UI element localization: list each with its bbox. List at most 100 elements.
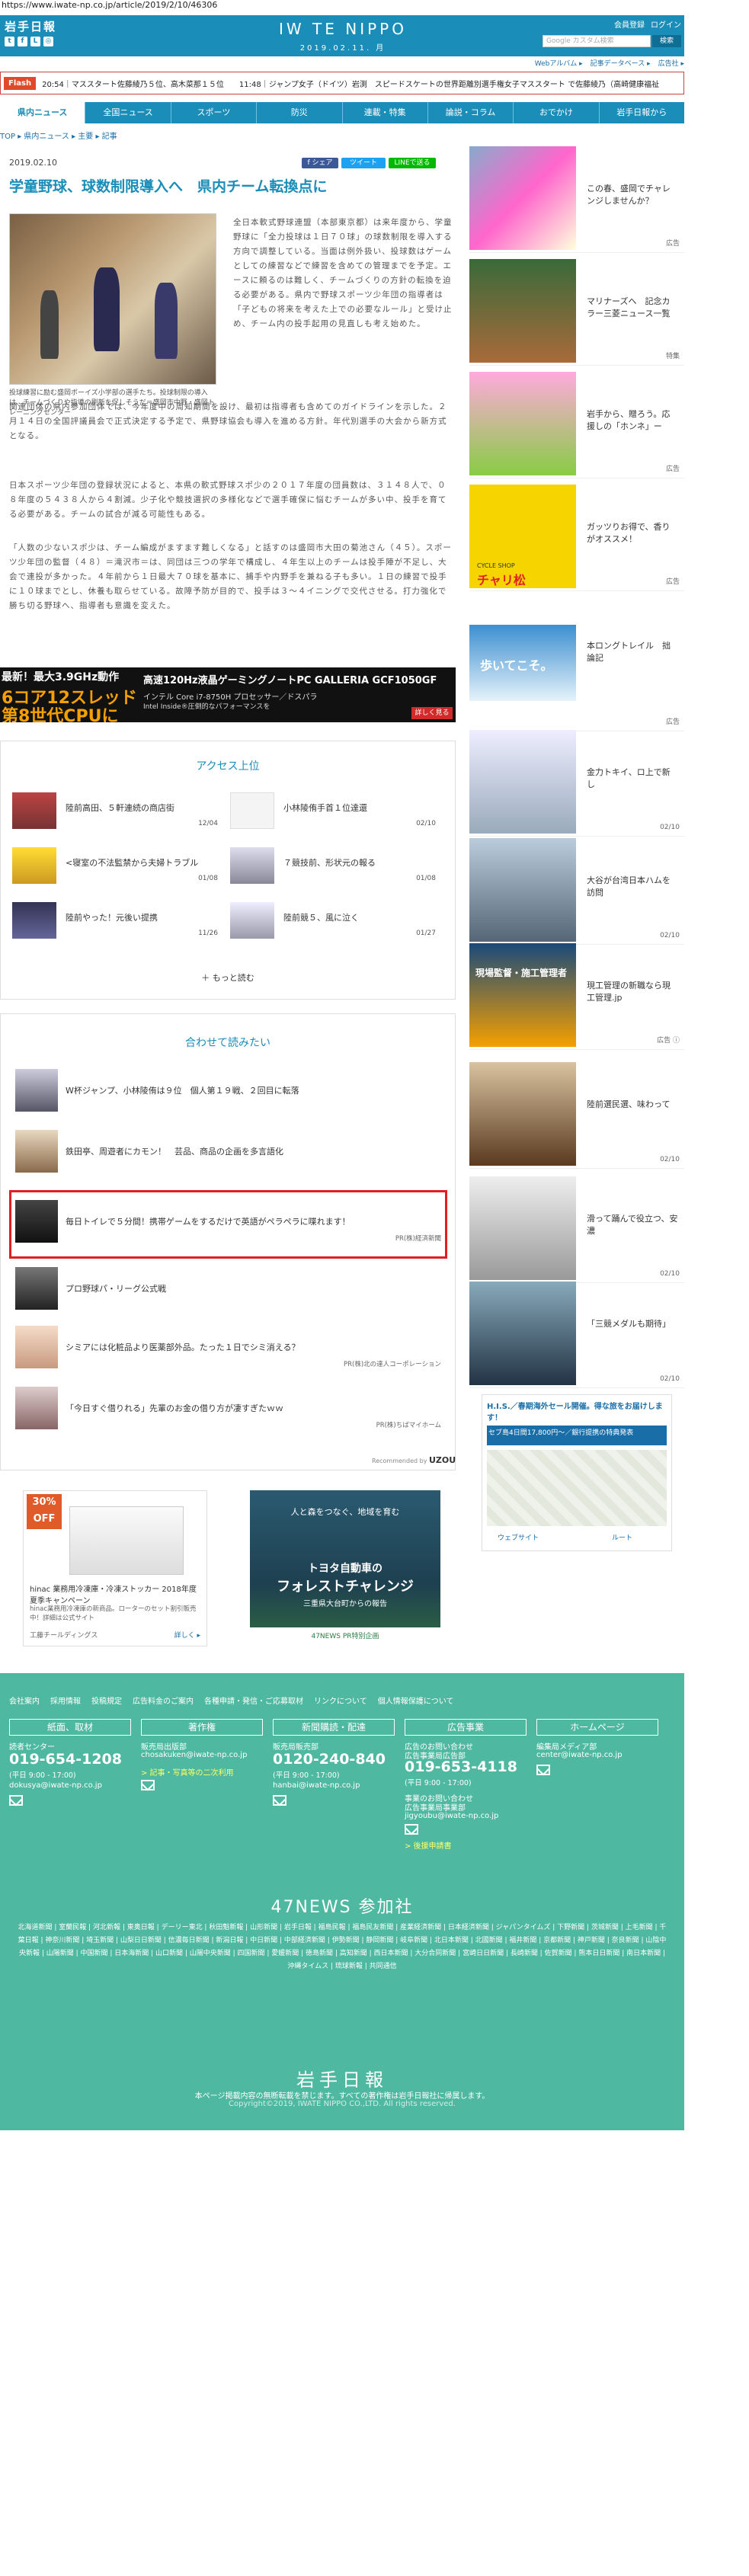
- footer-time: (平日 9:00 - 17:00): [9, 1771, 76, 1780]
- footer-link[interactable]: リンクについて: [314, 1694, 367, 1706]
- facebook-icon[interactable]: f: [18, 37, 27, 46]
- tweet-button[interactable]: ツイート: [341, 158, 386, 168]
- twitter-icon[interactable]: t: [5, 37, 14, 46]
- mail-icon[interactable]: [405, 1824, 418, 1835]
- search-button[interactable]: 検索: [652, 35, 681, 47]
- sidebar-item[interactable]: 「三競メダルも期待」 02/10: [469, 1282, 684, 1388]
- recommend-credit[interactable]: Recommended by UZOU: [372, 1455, 456, 1465]
- pc-banner-ad[interactable]: 最新！最大3.9GHz動作 6コア12スレッド 第8世代CPUに 高速120Hz…: [0, 667, 456, 722]
- facebook-share-button[interactable]: f シェア: [302, 158, 338, 168]
- rank-item[interactable]: 陸前高田、５軒連続の商店街 12/04: [12, 792, 226, 832]
- site-header: 岩手日報 t f L ◎ IW TE NIPPO 2019.02.11. 月 会…: [0, 15, 684, 56]
- website-link[interactable]: ウェブサイト: [498, 1532, 539, 1542]
- nav-disaster[interactable]: 防災: [257, 102, 343, 123]
- footer-link[interactable]: 投稿規定: [91, 1694, 122, 1706]
- sidebar-item[interactable]: CYCLE SHOP チャリ松 ガッツりお得で、香りがオススメ！ 広告: [469, 485, 684, 591]
- his-map-ad[interactable]: H.I.S.／春期海外セール開催。得な旅をお届けします！ セブ島4日間17,80…: [482, 1394, 672, 1551]
- nav-prefecture-news[interactable]: 県内ニュース: [0, 102, 86, 123]
- footer-link[interactable]: 広告料金のご案内: [133, 1694, 194, 1706]
- trail-ad-text: 歩いてこそ。: [480, 658, 553, 673]
- related-thumb: [15, 1069, 58, 1112]
- search-input[interactable]: Google カスタム検索: [543, 35, 651, 47]
- sidebar-item[interactable]: 大谷が台湾日本ハムを訪問 02/10: [469, 838, 684, 945]
- article-photo[interactable]: [9, 213, 216, 385]
- flash-text[interactable]: 20:54｜マススタート佐藤綾乃５位、高木菜那１５位 11:48｜ジャンプ女子（…: [42, 78, 659, 89]
- sidebar-foot: 広告: [665, 240, 680, 248]
- forest-challenge-ad[interactable]: 人と森をつなぐ、地域を育む トヨタ自動車の フォレストチャレンジ 三重県大台町か…: [250, 1490, 440, 1646]
- footer-email[interactable]: hanbai@iwate-np.co.jp: [273, 1781, 360, 1790]
- nav-from-iwate-nippo[interactable]: 岩手日報から: [600, 102, 684, 123]
- line-icon[interactable]: L: [30, 37, 40, 46]
- footer-link[interactable]: 採用情報: [50, 1694, 81, 1706]
- freezer-ad-more[interactable]: 詳しく ▸: [174, 1630, 200, 1640]
- footer-phone[interactable]: 0120-240-840: [273, 1751, 386, 1768]
- related-ad-item[interactable]: 毎日トイレで５分間！携帯ゲームをするだけで英語がペラペラに喋れます！ PR(株)…: [9, 1200, 447, 1246]
- related-item[interactable]: W杯ジャンプ、小林陵侑は９位 個人第１９戦、２回目に転落: [9, 1069, 447, 1115]
- footer-phone[interactable]: 019-654-1208: [9, 1751, 122, 1768]
- register-link[interactable]: 会員登録: [614, 18, 645, 30]
- sidebar-text: 滑って踊んで役立つ、安濃: [587, 1214, 678, 1236]
- mail-icon[interactable]: [141, 1780, 155, 1790]
- footer-link[interactable]: 各種申請・発信・ご応募取材: [204, 1694, 303, 1706]
- sidebar-thumb: [469, 372, 576, 475]
- sidebar-text: 岩手から、贈ろう。応援しの「ホンネ」ー: [587, 409, 671, 431]
- rank-item[interactable]: ７競技前、形状元の報る 01/08: [230, 847, 443, 887]
- footer-email[interactable]: jigyoubu@iwate-np.co.jp: [405, 1812, 498, 1820]
- sidebar-item[interactable]: 岩手から、贈ろう。応援しの「ホンネ」ー 広告: [469, 372, 684, 478]
- rank-item[interactable]: 陸前やった！元後い提携 11/26: [12, 902, 226, 942]
- footer-link[interactable]: 会社案内: [9, 1694, 40, 1706]
- mail-icon[interactable]: [9, 1795, 23, 1806]
- mail-icon[interactable]: [536, 1765, 550, 1775]
- sidebar-foot: 02/10: [660, 1156, 680, 1163]
- footer-phone[interactable]: 019-653-4118: [405, 1758, 517, 1775]
- related-item[interactable]: 鉄田亭、周遊者にカモン！ 芸品、商品の企画を多言語化: [9, 1130, 447, 1176]
- sidebar-text: 本ロングトレイル 拙論記: [587, 641, 671, 663]
- pc-ad-detail-button[interactable]: 詳しく見る: [411, 707, 453, 719]
- related-ad-item[interactable]: シミアには化粧品より医薬部外品。たった１日でシミ消える？ PR(株)北の達人コー…: [9, 1326, 447, 1371]
- rank-item[interactable]: 小林陵侑手首１位達還 02/10: [230, 792, 443, 832]
- center-logo[interactable]: IW TE NIPPO: [259, 20, 427, 38]
- sidebar-item[interactable]: この春、盛岡でチャレンジしませんか？ 広告: [469, 146, 684, 253]
- route-link[interactable]: ルート: [612, 1532, 632, 1542]
- nav-editorial[interactable]: 論説・コラム: [428, 102, 514, 123]
- sidebar-item[interactable]: 滑って踊んで役立つ、安濃 02/10: [469, 1176, 684, 1283]
- rank-thumb: [230, 902, 274, 939]
- nav-national-news[interactable]: 全国ニュース: [85, 102, 171, 123]
- sidebar-item[interactable]: 歩いてこそ。 本ロングトレイル 拙論記 広告: [469, 625, 684, 731]
- freezer-ad[interactable]: 30% OFF hinac 業務用冷凍庫・冷凍ストッカー 2018年度夏季キャン…: [23, 1490, 207, 1646]
- related-item[interactable]: プロ野球パ・リーグ公式戦: [9, 1267, 447, 1313]
- footer-link[interactable]: 個人情報保護について: [378, 1694, 454, 1706]
- mail-icon[interactable]: [273, 1795, 286, 1806]
- read-more-link[interactable]: ＋ もっと読む: [0, 971, 456, 984]
- nav-outing[interactable]: おでかけ: [514, 102, 600, 123]
- sidebar-item[interactable]: 現場監督・施工管理者 現工管理の新職なら現工管理.jp 広告 ⓘ: [469, 943, 684, 1050]
- article-db-link[interactable]: 記事データベース ▸: [591, 58, 651, 68]
- sidebar-item[interactable]: マリナーズへ 記念カラー三菱ニュース一覧 特集: [469, 259, 684, 366]
- sidebar-text: 現工管理の新職なら現工管理.jp: [587, 981, 671, 1003]
- sidebar-item[interactable]: 陸前選民選、味わって 02/10: [469, 1062, 684, 1169]
- footer-extra-link[interactable]: > 後援申請書: [405, 1839, 452, 1851]
- rank-item[interactable]: 陸前競５、風に泣く 01/27: [230, 902, 443, 942]
- login-link[interactable]: ログイン: [651, 18, 681, 30]
- line-share-button[interactable]: LINEで送る: [389, 158, 436, 168]
- footer-email[interactable]: center@iwate-np.co.jp: [536, 1751, 623, 1759]
- rank-title: 陸前やった！元後い提携: [66, 913, 158, 923]
- address-bar[interactable]: https://www.iwate-np.co.jp/article/2019/…: [0, 0, 749, 11]
- sidebar-item[interactable]: 金力トキイ、ロ上で新し 02/10: [469, 730, 684, 837]
- instagram-icon[interactable]: ◎: [43, 37, 53, 46]
- news47-members[interactable]: 北海道新聞 | 室蘭民報 | 河北新報 | 東奥日報 | デーリー東北 | 秋田…: [15, 1922, 669, 1973]
- site-logo[interactable]: 岩手日報: [5, 18, 56, 34]
- rank-item[interactable]: <寝室の不法監禁から夫婦トラブル 01/08: [12, 847, 226, 887]
- footer-email[interactable]: chosakuken@iwate-np.co.jp: [141, 1751, 247, 1759]
- footer-email[interactable]: dokusya@iwate-np.co.jp: [9, 1781, 102, 1790]
- map-image[interactable]: [487, 1450, 667, 1526]
- web-album-link[interactable]: Webアルバム ▸: [535, 58, 583, 68]
- related-thumb: [15, 1200, 58, 1243]
- related-ad-item[interactable]: 「今日すぐ借りれる」先輩のお金の借り方が凄すぎたｗｗ PR(株)ちばマイホーム: [9, 1387, 447, 1432]
- ad-company-link[interactable]: 広告社 ▸: [658, 58, 684, 68]
- nav-sports[interactable]: スポーツ: [171, 102, 258, 123]
- footer-extra-link[interactable]: > 記事・写真等の二次利用: [141, 1766, 234, 1778]
- breadcrumb[interactable]: TOP ▸ 県内ニュース ▸ 主要 ▸ 記事: [0, 130, 117, 141]
- footer-logo[interactable]: 岩手日報: [0, 2065, 684, 2091]
- nav-features[interactable]: 連載・特集: [343, 102, 428, 123]
